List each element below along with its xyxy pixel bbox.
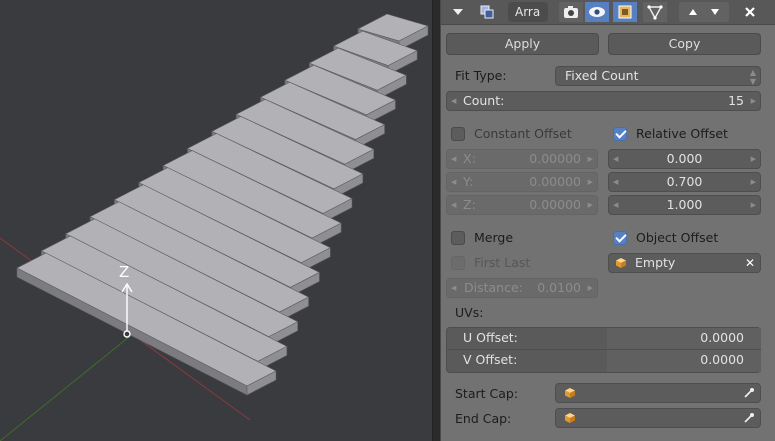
count-field[interactable]: ◀ Count: 15 ▶ bbox=[446, 91, 761, 111]
first-last-label: First Last bbox=[474, 255, 531, 270]
fit-type-select[interactable]: Fixed Count ▲ ▼ bbox=[555, 66, 761, 86]
y-axis-line bbox=[0, 319, 151, 441]
u-offset-field[interactable]: U Offset: 0.0000 0.0000 bbox=[446, 327, 761, 350]
constant-offset-label: Constant Offset bbox=[474, 126, 572, 141]
arrow-down-icon[interactable] bbox=[704, 5, 726, 19]
relative-z-value: 1.000 bbox=[666, 197, 703, 212]
triangle-down-icon[interactable] bbox=[449, 2, 467, 22]
distance-value: 0.0100 bbox=[537, 280, 581, 295]
constant-x-label: X: bbox=[463, 151, 476, 166]
distance-label: Distance: bbox=[464, 280, 523, 295]
merge-label: Merge bbox=[474, 230, 514, 245]
clear-icon[interactable]: ✕ bbox=[745, 254, 755, 272]
object-offset-label: Object Offset bbox=[636, 230, 719, 245]
v-offset-value: 0.0000 bbox=[700, 352, 744, 367]
start-cap-label: Start Cap: bbox=[455, 386, 519, 401]
distance-field[interactable]: ◀ Distance: 0.0100 ▶ bbox=[446, 278, 598, 298]
arrow-right-icon[interactable]: ▶ bbox=[751, 92, 756, 110]
constant-z-field[interactable]: ◀ Z: 0.00000 ▶ bbox=[446, 195, 598, 215]
relative-offset-label: Relative Offset bbox=[636, 126, 728, 141]
relative-y-value: 0.700 bbox=[666, 174, 703, 189]
fit-type-value: Fixed Count bbox=[565, 68, 639, 83]
staircase-mesh bbox=[0, 13, 429, 441]
start-cap-field[interactable] bbox=[555, 383, 761, 403]
copy-icon[interactable] bbox=[477, 2, 497, 22]
constant-offset-checkbox[interactable] bbox=[451, 127, 465, 141]
properties-panel: Arra Apply Copy Fit Type: Fixed Count ▲ ▼… bbox=[441, 0, 775, 441]
eye-icon[interactable] bbox=[585, 2, 609, 22]
u-offset-label: U Offset: bbox=[463, 330, 518, 345]
count-label: Count: bbox=[463, 93, 505, 108]
vertex-icon[interactable] bbox=[643, 2, 667, 22]
fit-type-label: Fit Type: bbox=[455, 68, 507, 83]
constant-z-label: Z: bbox=[463, 197, 476, 212]
modifier-name-input[interactable]: Arra bbox=[508, 2, 548, 22]
end-cap-field[interactable] bbox=[555, 408, 761, 428]
merge-checkbox[interactable] bbox=[451, 231, 465, 245]
relative-z-field[interactable]: ◀ 1.000 ▶ bbox=[608, 195, 761, 215]
eyedropper-icon[interactable] bbox=[743, 412, 755, 424]
end-cap-cube-icon bbox=[565, 413, 575, 423]
arrow-up-icon[interactable] bbox=[682, 5, 704, 19]
u-offset-value-display: 0.0000 bbox=[700, 330, 744, 345]
v-offset-field[interactable]: V Offset: 0.0000 bbox=[446, 350, 761, 373]
3d-viewport[interactable]: Z bbox=[0, 0, 432, 441]
v-offset-label: V Offset: bbox=[463, 352, 518, 367]
object-cube-icon bbox=[616, 258, 626, 268]
constant-y-label: Y: bbox=[463, 174, 474, 189]
relative-x-value: 0.000 bbox=[666, 151, 703, 166]
move-buttons bbox=[679, 2, 729, 22]
relative-y-field[interactable]: ◀ 0.700 ▶ bbox=[608, 172, 761, 192]
constant-x-field[interactable]: ◀ X: 0.00000 ▶ bbox=[446, 149, 598, 169]
constant-y-value: 0.00000 bbox=[529, 174, 581, 189]
relative-offset-checkbox[interactable] bbox=[613, 127, 627, 141]
eyedropper-icon[interactable] bbox=[743, 387, 755, 399]
object-offset-field[interactable]: Empty ✕ bbox=[608, 253, 761, 273]
apply-button[interactable]: Apply bbox=[446, 33, 599, 55]
close-icon[interactable] bbox=[741, 2, 759, 22]
object-offset-checkbox[interactable] bbox=[613, 231, 627, 245]
modifier-header: Arra bbox=[441, 0, 775, 25]
z-axis-label: Z bbox=[119, 263, 130, 281]
object-offset-value: Empty bbox=[635, 255, 676, 270]
editmode-icon[interactable] bbox=[613, 2, 637, 22]
first-last-checkbox[interactable] bbox=[451, 256, 465, 270]
copy-button[interactable]: Copy bbox=[608, 33, 761, 55]
constant-x-value: 0.00000 bbox=[529, 151, 581, 166]
start-cap-cube-icon bbox=[565, 388, 575, 398]
count-value: 15 bbox=[728, 93, 744, 108]
constant-y-field[interactable]: ◀ Y: 0.00000 ▶ bbox=[446, 172, 598, 192]
uvs-label: UVs: bbox=[455, 305, 484, 320]
relative-x-field[interactable]: ◀ 0.000 ▶ bbox=[608, 149, 761, 169]
arrow-left-icon[interactable]: ◀ bbox=[451, 92, 456, 110]
constant-z-value: 0.00000 bbox=[529, 197, 581, 212]
area-divider[interactable] bbox=[432, 0, 441, 441]
camera-icon[interactable] bbox=[559, 2, 583, 22]
end-cap-label: End Cap: bbox=[455, 411, 512, 426]
updown-icon: ▲ ▼ bbox=[749, 68, 756, 86]
